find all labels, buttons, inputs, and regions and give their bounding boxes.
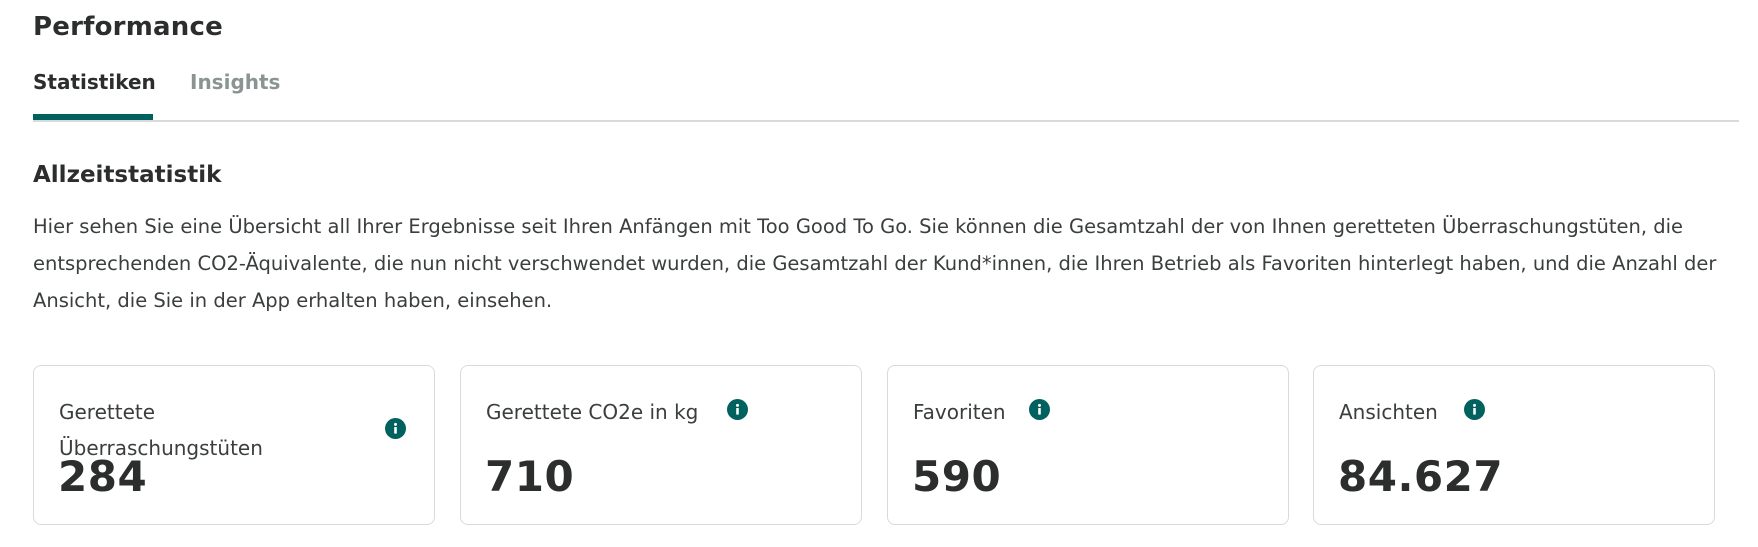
tab-insights[interactable]: Insights [190,70,280,94]
performance-page: Performance Statistiken Insights Allzeit… [0,0,1758,547]
stat-card-co2: Gerettete CO2e in kg 710 [460,365,862,525]
stat-label: Favoriten [913,400,1006,424]
stat-value: 284 [58,452,148,501]
stat-label: Ansichten [1339,400,1438,424]
section-description: Hier sehen Sie eine Übersicht all Ihrer … [33,215,1717,312]
page-title: Performance [33,12,223,42]
stat-card-views: Ansichten 84.627 [1313,365,1715,525]
info-icon[interactable] [1029,399,1050,420]
info-icon[interactable] [727,399,748,420]
active-tab-indicator [33,114,153,120]
stat-label: Gerettete CO2e in kg [486,400,699,424]
stats-cards: Gerettete Überraschungstüten 284 Gerette… [33,365,1739,525]
section-title: Allzeitstatistik [33,162,222,188]
stat-value: 84.627 [1338,452,1504,501]
stat-value: 590 [912,452,1002,501]
tab-statistiken[interactable]: Statistiken [33,70,156,94]
stat-card-saved-bags: Gerettete Überraschungstüten 284 [33,365,435,525]
info-icon[interactable] [1464,399,1485,420]
stat-value: 710 [485,452,575,501]
tab-bar: Statistiken Insights [33,66,1739,122]
stat-card-favorites: Favoriten 590 [887,365,1289,525]
info-icon[interactable] [385,418,406,439]
